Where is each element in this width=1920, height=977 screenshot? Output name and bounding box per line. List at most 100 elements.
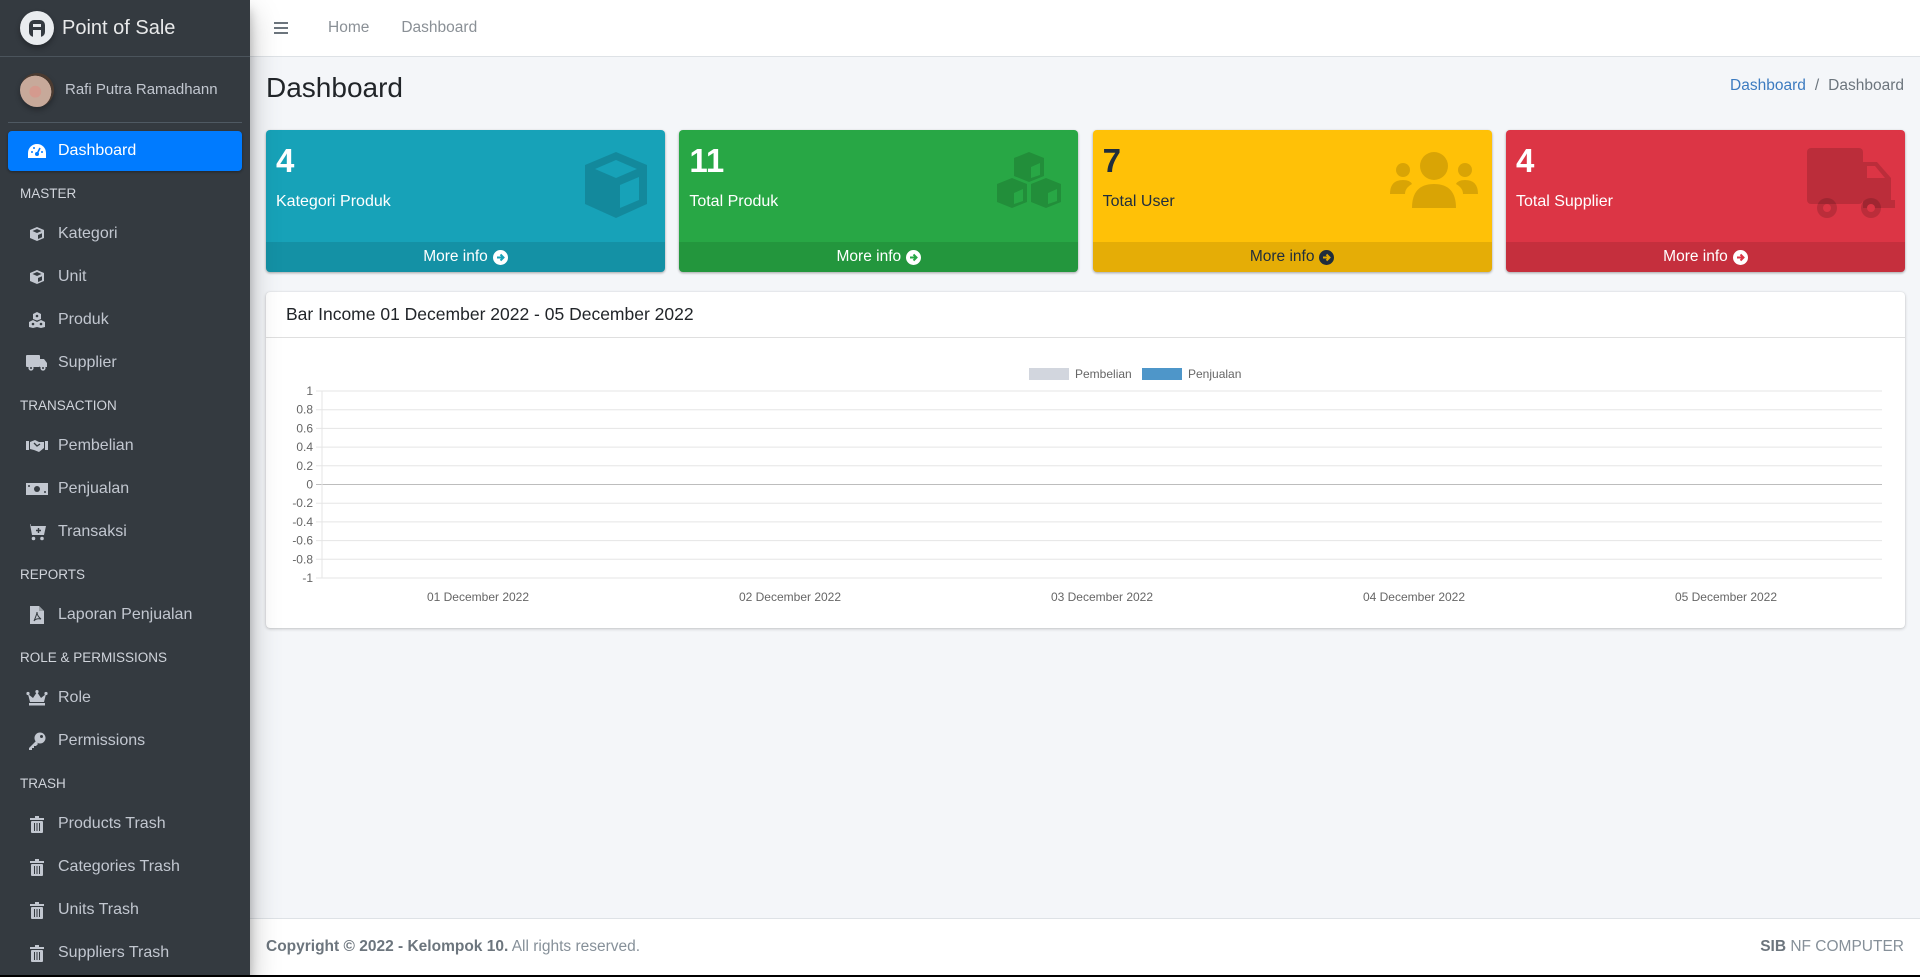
sidebar-item-kategori[interactable]: Kategori <box>8 214 242 254</box>
stat-label: Total Produk <box>689 193 779 210</box>
crown-icon <box>26 688 48 708</box>
sidebar-item-label: Suppliers Trash <box>58 944 170 961</box>
top-navbar: Home Dashboard <box>250 0 1920 57</box>
sidebar-item-permissions[interactable]: Permissions <box>8 721 242 761</box>
sidebar-item-transaksi[interactable]: Transaksi <box>8 512 242 552</box>
cube-icon <box>585 152 647 218</box>
x-tick-label: 03 December 2022 <box>1051 590 1153 604</box>
stat-box-kategori: 4 Kategori Produk More info <box>266 130 665 272</box>
more-info-link[interactable]: More info <box>266 242 665 272</box>
user-panel[interactable]: Rafi Putra Ramadhann <box>8 57 242 123</box>
footer-right-text: SIB NF COMPUTER <box>1760 938 1904 956</box>
sidebar-item-supplier[interactable]: Supplier <box>8 343 242 383</box>
legend-label-pembelian: Pembelian <box>1075 367 1132 381</box>
handshake-icon <box>26 436 48 456</box>
sidebar-header-role-permissions: ROLE & PERMISSIONS <box>20 650 168 665</box>
sidebar-item-unit[interactable]: Unit <box>8 257 242 297</box>
nav-link-home[interactable]: Home <box>328 19 369 37</box>
sidebar-nav: Dashboard MASTER Kategori Unit Produk Supplie… <box>0 123 250 973</box>
trash-icon <box>26 943 48 963</box>
key-icon <box>26 731 48 751</box>
brand-text: Point of Sale <box>62 16 176 39</box>
cart-plus-icon <box>26 522 48 542</box>
breadcrumb-current: Dashboard <box>1828 77 1904 94</box>
menu-toggle-icon[interactable] <box>274 22 288 34</box>
copyright-bold: Copyright © 2022 - Kelompok 10. <box>266 938 509 955</box>
users-icon <box>1389 152 1478 208</box>
sidebar-item-label: Permissions <box>58 732 146 749</box>
file-pdf-icon <box>26 605 48 625</box>
y-tick-label: 0.2 <box>296 459 313 473</box>
y-tick-label: -1 <box>302 571 313 585</box>
footer-right-rest: NF COMPUTER <box>1786 938 1904 955</box>
sidebar-item-suppliers-trash[interactable]: Suppliers Trash <box>8 933 242 973</box>
legend-swatch-pembelian[interactable] <box>1029 368 1069 380</box>
y-tick-label: 0 <box>306 478 313 492</box>
sidebar-header-reports: REPORTS <box>20 567 86 582</box>
sidebar-header-trash: TRASH <box>20 776 66 791</box>
card-title: Bar Income 01 December 2022 - 05 Decembe… <box>266 292 1905 338</box>
sidebar: Point of Sale Rafi Putra Ramadhann Dashb… <box>0 0 250 975</box>
sidebar-item-pembelian[interactable]: Pembelian <box>8 426 242 466</box>
y-tick-label: -0.8 <box>292 552 313 566</box>
brand-link[interactable]: Point of Sale <box>0 0 250 57</box>
more-info-link[interactable]: More info <box>1505 242 1905 272</box>
avatar <box>20 72 54 107</box>
trash-icon <box>26 900 48 920</box>
sidebar-item-role[interactable]: Role <box>8 678 242 718</box>
sidebar-item-label: Supplier <box>58 354 117 371</box>
brand-logo-icon <box>20 11 54 45</box>
stat-value: 7 <box>1102 142 1122 179</box>
more-info-link[interactable]: More info <box>1092 242 1492 272</box>
sidebar-item-label: Role <box>58 689 91 706</box>
sidebar-item-label: Produk <box>58 311 109 328</box>
x-tick-label: 02 December 2022 <box>739 590 841 604</box>
income-chart-card: Bar Income 01 December 2022 - 05 Decembe… <box>266 292 1905 628</box>
user-name[interactable]: Rafi Putra Ramadhann <box>65 81 218 98</box>
truck-icon <box>1806 148 1895 218</box>
sidebar-item-label: Unit <box>58 268 87 285</box>
bar-chart: Pembelian Penjualan 1 0.8 0.6 0.4 0.2 0 -0.2 -0.4… <box>292 367 1882 604</box>
more-info-label: More info <box>1249 248 1315 265</box>
arrow-circle-right-icon <box>1319 249 1335 265</box>
sidebar-item-penjualan[interactable]: Penjualan <box>8 469 242 509</box>
breadcrumb-link-dashboard[interactable]: Dashboard <box>1730 77 1806 95</box>
cube-icon <box>26 224 48 244</box>
stat-value: 4 <box>1515 142 1535 179</box>
arrow-circle-right-icon <box>906 249 922 265</box>
sidebar-item-produk[interactable]: Produk <box>8 300 242 340</box>
cube-icon <box>26 267 48 287</box>
stat-box-user: 7 Total User More info <box>1092 130 1492 272</box>
tachometer-icon <box>26 141 48 161</box>
stat-value: 4 <box>276 142 295 179</box>
legend-label-penjualan: Penjualan <box>1188 367 1241 381</box>
more-info-link[interactable]: More info <box>679 242 1079 272</box>
legend-swatch-penjualan[interactable] <box>1142 368 1182 380</box>
app-root: Point of Sale Rafi Putra Ramadhann Dashb… <box>0 0 1920 975</box>
sidebar-item-label: Pembelian <box>58 437 134 454</box>
stat-box-supplier: 4 Total Supplier More info <box>1505 130 1905 272</box>
footer: Copyright © 2022 - Kelompok 10. All righ… <box>250 918 1920 975</box>
arrow-circle-right-icon <box>1732 249 1748 265</box>
sidebar-item-label: Products Trash <box>58 815 166 832</box>
breadcrumb-separator: / <box>1814 77 1820 94</box>
stat-value: 11 <box>689 142 725 179</box>
sidebar-item-dashboard[interactable]: Dashboard <box>8 131 242 171</box>
sidebar-item-laporan-penjualan[interactable]: Laporan Penjualan <box>8 595 242 635</box>
sidebar-item-products-trash[interactable]: Products Trash <box>8 804 242 844</box>
page-title: Dashboard <box>266 72 403 103</box>
sidebar-item-label: Laporan Penjualan <box>58 606 193 623</box>
sidebar-item-label: Kategori <box>58 225 118 242</box>
sidebar-header-master: MASTER <box>20 186 77 201</box>
trash-icon <box>26 814 48 834</box>
arrow-circle-right-icon <box>492 249 508 265</box>
content-wrapper: Dashboard Dashboard / Dashboard 4 Katego… <box>250 57 1920 918</box>
y-tick-label: 1 <box>306 384 313 398</box>
more-info-label: More info <box>1663 248 1728 265</box>
sidebar-item-label: Units Trash <box>58 901 139 918</box>
more-info-label: More info <box>836 248 902 265</box>
sidebar-item-categories-trash[interactable]: Categories Trash <box>8 847 242 887</box>
nav-link-dashboard[interactable]: Dashboard <box>401 19 477 37</box>
money-bill-icon <box>26 479 48 499</box>
sidebar-item-units-trash[interactable]: Units Trash <box>8 890 242 930</box>
